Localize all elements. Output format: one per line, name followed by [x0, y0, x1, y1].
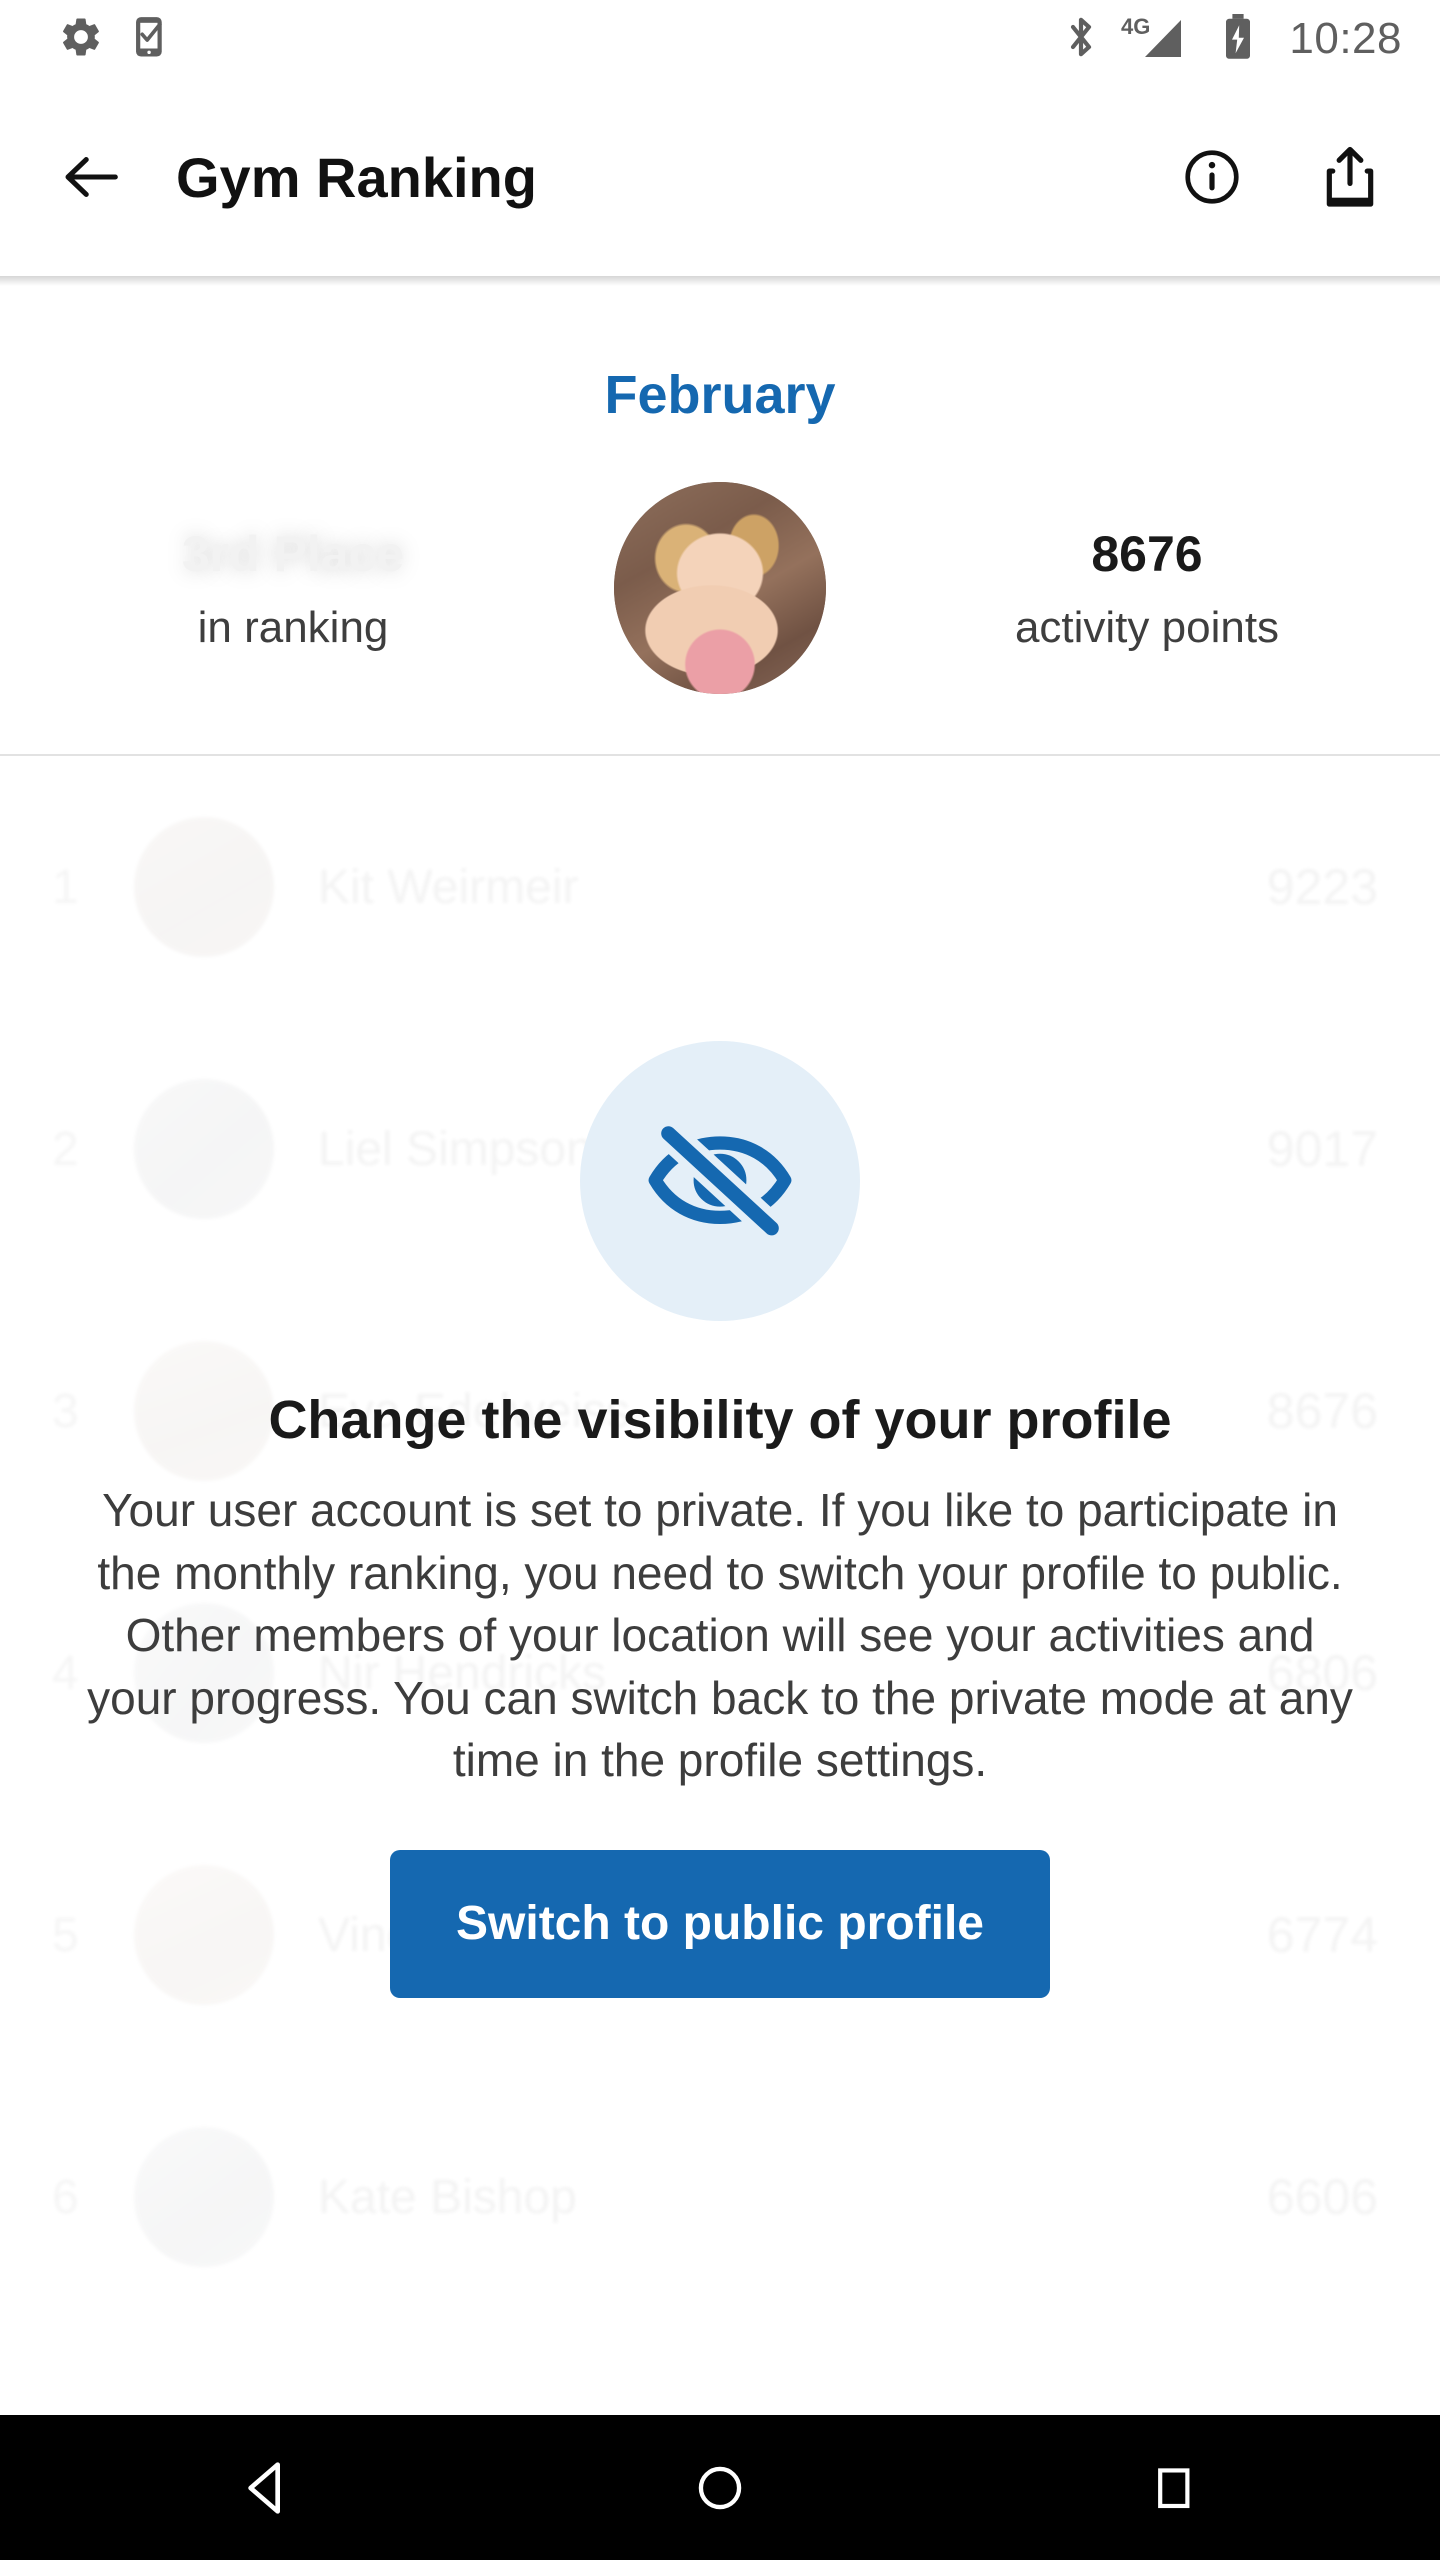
overlay-body-text: Your user account is set to private. If … — [87, 1484, 1353, 1787]
points-column: 8676 activity points — [932, 523, 1362, 654]
personal-summary: 3rd Place in ranking 8676 activity point… — [0, 468, 1440, 708]
avatar-image — [614, 482, 826, 694]
row-avatar — [134, 2127, 274, 2267]
visibility-overlay-card: Change the visibility of your profile Yo… — [0, 1041, 1440, 1998]
back-arrow-icon[interactable] — [54, 137, 134, 217]
rank-score: 6606 — [1266, 2169, 1378, 2225]
eye-off-icon — [640, 1117, 800, 1244]
app-bar-shadow — [0, 276, 1440, 286]
place-caption: in ranking — [197, 603, 389, 653]
signal-4g-icon: 4G — [1121, 12, 1201, 67]
points-value: 8676 — [1091, 525, 1203, 582]
battery-charging-icon — [1221, 12, 1255, 67]
rank-score: 9223 — [1266, 859, 1378, 915]
app-bar-actions — [1174, 139, 1388, 215]
rank-name: Kit Weirmeir — [318, 860, 579, 914]
place-column: 3rd Place in ranking — [78, 523, 508, 654]
rank-name: Kate Bishop — [318, 2170, 577, 2224]
svg-text:4G: 4G — [1121, 14, 1150, 39]
status-bar-right-icons: 4G 10:28 — [1061, 12, 1402, 67]
place-value: 3rd Place — [181, 525, 405, 582]
rank-number: 6 — [52, 2170, 79, 2224]
table-row[interactable]: 1 Kit Weirmeir 9223 — [0, 756, 1440, 1018]
phone-screen: 4G 10:28 Gym Ranking February 3rd Place … — [0, 0, 1440, 2560]
table-row[interactable]: 6 Kate Bishop 6606 — [0, 2066, 1440, 2328]
status-bar-clock: 10:28 — [1289, 14, 1402, 63]
switch-to-public-profile-button[interactable]: Switch to public profile — [390, 1849, 1050, 1998]
app-bar: Gym Ranking — [0, 78, 1440, 276]
bluetooth-icon — [1061, 13, 1101, 66]
info-circle-icon[interactable] — [1174, 139, 1250, 215]
overlay-title: Change the visibility of your profile — [268, 1390, 1172, 1450]
settings-icon — [58, 14, 104, 65]
share-icon[interactable] — [1312, 139, 1388, 215]
page-title: Gym Ranking — [176, 145, 537, 209]
month-label: February — [604, 365, 836, 425]
row-avatar — [134, 817, 274, 957]
nav-recents-icon[interactable] — [1109, 2423, 1239, 2553]
rank-number: 1 — [52, 860, 79, 914]
eye-off-icon-container — [580, 1041, 860, 1321]
points-caption: activity points — [1014, 603, 1280, 653]
avatar — [614, 482, 826, 694]
phone-check-icon — [130, 14, 172, 65]
android-nav-bar — [0, 2415, 1440, 2560]
status-bar-left-icons — [58, 14, 172, 65]
nav-home-icon[interactable] — [655, 2423, 785, 2553]
status-bar: 4G 10:28 — [0, 0, 1440, 78]
nav-back-icon[interactable] — [201, 2423, 331, 2553]
